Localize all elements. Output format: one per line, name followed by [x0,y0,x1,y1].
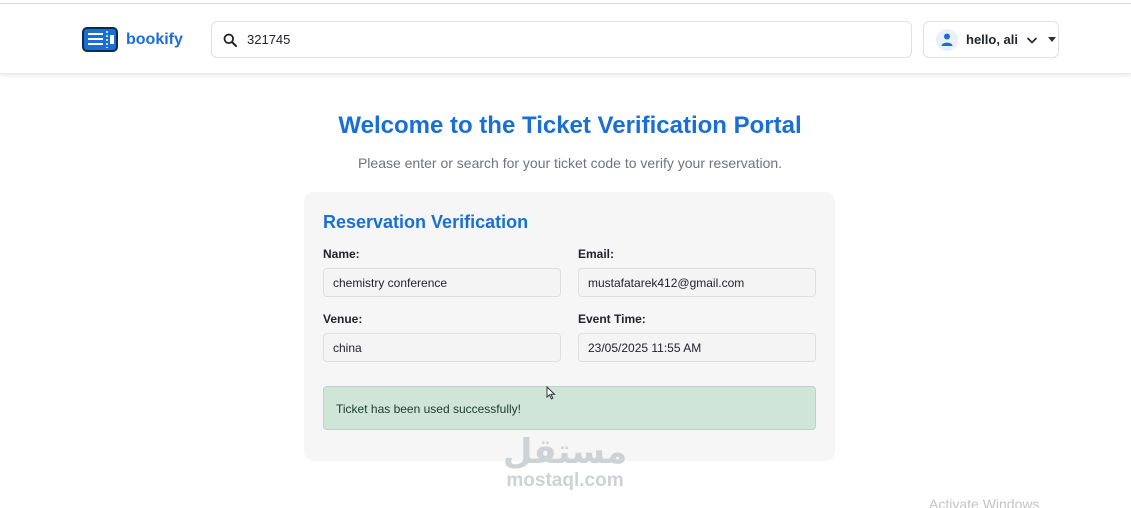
ticket-logo-icon [82,27,118,52]
user-greeting: hello, ali [966,32,1019,47]
chevron-down-icon [1026,36,1038,44]
user-icon [936,28,958,51]
watermark-latin: mostaql.com [506,470,624,491]
name-field[interactable]: chemistry conference [323,268,561,297]
search-bar[interactable] [211,21,912,58]
watermark: مستقل mostaql.com [497,433,633,491]
email-label: Email: [578,247,615,261]
brand[interactable]: bookify [82,27,183,52]
event-time-label: Event Time: [578,312,646,326]
user-menu-button[interactable]: hello, ali [923,21,1059,58]
venue-field[interactable]: china [323,333,561,362]
page-subtitle: Please enter or search for your ticket c… [357,155,783,171]
page: bookify hello, ali Welcome to the Tick [0,0,1131,508]
navbar: bookify hello, ali [0,4,1131,74]
email-field[interactable]: mustafatarek412@gmail.com [578,268,816,297]
card-title: Reservation Verification [323,212,529,232]
mouse-cursor-icon [546,386,556,400]
name-label: Name: [323,247,360,261]
dropdown-caret-icon [1048,37,1057,42]
search-input[interactable] [247,32,887,47]
brand-name: bookify [126,30,183,48]
watermark-arabic: مستقل [502,432,628,472]
activate-windows-notice: Activate Windows [929,496,1040,508]
verification-card: Reservation Verification Name: chemistry… [304,192,835,461]
venue-label: Venue: [323,312,363,326]
event-time-field[interactable]: 23/05/2025 11:55 AM [578,333,816,362]
page-title: Welcome to the Ticket Verification Porta… [338,112,802,139]
search-icon [223,33,237,47]
success-alert: Ticket has been used successfully! [323,386,816,430]
